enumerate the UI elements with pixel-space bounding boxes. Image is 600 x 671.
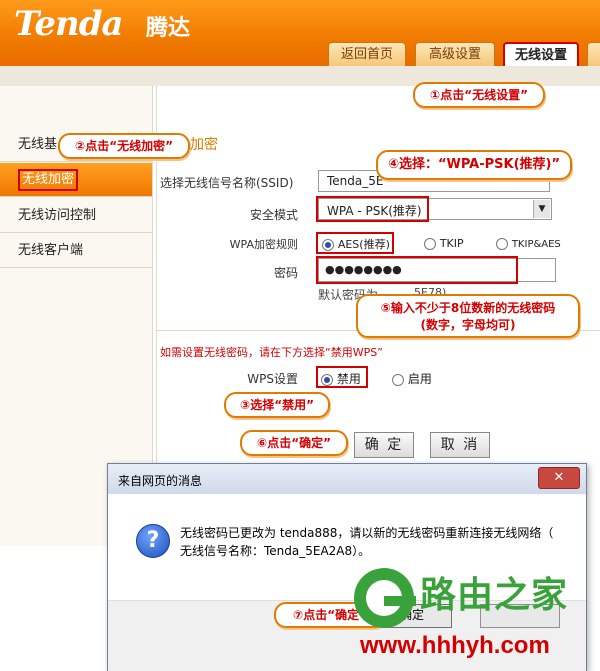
wps-note: 如需设置无线密码，请在下方选择“禁用WPS” [160,346,383,359]
dialog-message-line1: 无线密码已更改为 tenda888，请以新的无线密码重新连接无线网络（ [180,526,554,540]
wpa-option-aes[interactable]: AES(推荐) [322,236,390,252]
wps-label: WPS设置 [247,372,298,386]
chevron-down-icon: ▼ [533,200,550,218]
sidebar-item-wireless-encryption[interactable]: 无线加密 [0,163,152,197]
wps-option-disable-label: 禁用 [336,372,361,386]
tab-home[interactable]: 返回首页 [328,42,406,66]
tab-advanced-settings[interactable]: 高级设置 [415,42,495,66]
tab-wireless-settings[interactable]: 无线设置 [503,42,579,68]
wpa-option-tkip-label: TKIP [439,237,464,250]
wpa-option-aes-label: AES(推荐) [337,238,390,251]
callout-step-6: ⑥点击“确定” [240,430,348,456]
section-title: 加密 [190,137,218,153]
wpa-option-tkip[interactable]: TKIP [424,236,464,250]
close-icon[interactable]: ✕ [538,467,580,489]
ssid-value: Tenda_5E [327,174,384,188]
watermark-name: 路由之家 [420,575,569,616]
callout-step-5-line2: (数字，字母均可) [420,318,516,332]
tenda-logo: Tenda [14,4,124,44]
radio-icon [496,237,508,250]
radio-icon [424,237,436,250]
callout-step-1: ①点击“无线设置” [413,82,545,108]
sidebar-item-wireless-client[interactable]: 无线客户端 [0,234,152,268]
wpa-option-tkip-aes-label: TKIP&AES [511,239,561,250]
form-ok-button[interactable]: 确 定 [354,432,414,458]
password-label: 密码 [273,266,298,280]
question-icon: ? [136,524,170,558]
callout-step-3: ③选择“禁用” [224,392,330,418]
watermark-url: www.hhhyh.com [360,632,550,659]
security-mode-label: 安全模式 [249,208,298,222]
wps-option-enable[interactable]: 启用 [392,370,432,387]
sidebar-item-label: 无线加密 [18,169,79,191]
ssid-label: 选择无线信号名称(SSID) [160,176,294,190]
sidebar-item-access-control[interactable]: 无线访问控制 [0,199,152,233]
wpa-option-tkip-aes[interactable]: TKIP&AES [496,236,561,250]
wps-option-enable-label: 启用 [407,372,432,386]
radio-icon [392,373,404,386]
tenda-logo-cn: 腾达 [146,16,191,41]
wpa-rule-label: WPA加密规则 [229,238,298,251]
form-cancel-button[interactable]: 取 消 [430,432,490,458]
wps-option-disable[interactable]: 禁用 [321,370,361,387]
dialog-message-line2: 无线信号名称：Tenda_5EA2A8）。 [180,544,371,558]
radio-icon [322,238,334,251]
callout-step-4: ④选择：“WPA-PSK(推荐)” [376,150,572,180]
password-highlight [316,256,518,284]
security-mode-highlight [316,196,429,222]
callout-step-5-line1: ⑤输入不少于8位数新的无线密码 [380,301,556,315]
watermark-logo-bar [384,596,416,606]
callout-step-5: ⑤输入不少于8位数新的无线密码 (数字，字母均可) [356,294,580,338]
dialog-title: 来自网页的消息 [118,474,203,488]
radio-icon [321,373,333,386]
tab-extra[interactable] [587,42,600,66]
callout-step-2: ②点击“无线加密” [58,133,190,159]
